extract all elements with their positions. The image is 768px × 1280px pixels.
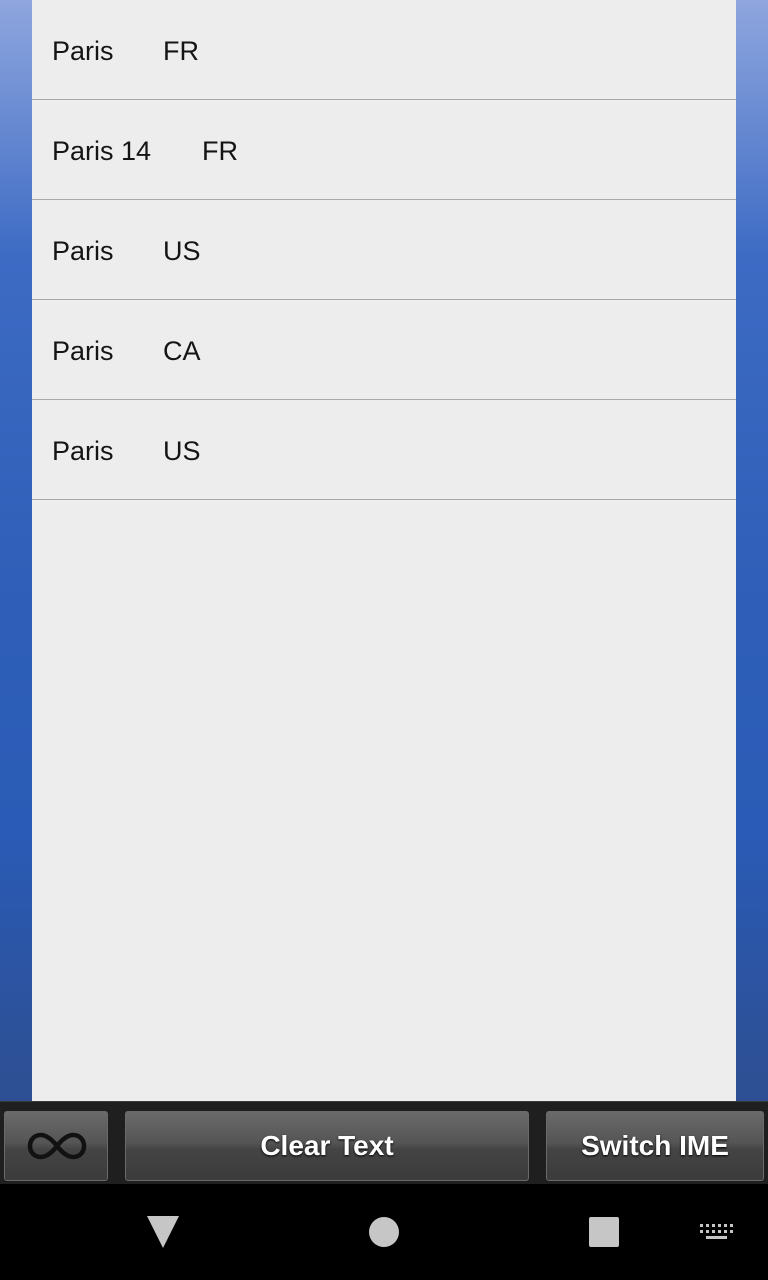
list-item[interactable]: Paris US (32, 400, 736, 500)
city-name: Paris (52, 236, 114, 266)
list-item[interactable]: Paris US (32, 200, 736, 300)
back-triangle-icon (147, 1216, 179, 1248)
switch-ime-button[interactable]: Switch IME (546, 1111, 764, 1181)
country-code: US (163, 236, 201, 266)
home-button[interactable] (354, 1202, 414, 1262)
city-name: Paris (52, 36, 114, 66)
city-name: Paris (52, 436, 114, 466)
recents-button[interactable] (574, 1202, 634, 1262)
suggestion-list: Paris FR Paris 14 FR Paris US Paris CA P… (32, 0, 736, 1101)
keyboard-switch-button[interactable] (694, 1212, 738, 1252)
navigation-bar (0, 1184, 768, 1280)
clear-text-button[interactable]: Clear Text (125, 1111, 529, 1181)
list-item[interactable]: Paris 14 FR (32, 100, 736, 200)
infinity-button[interactable] (4, 1111, 108, 1181)
recents-square-icon (589, 1217, 619, 1247)
back-button[interactable] (133, 1202, 193, 1262)
list-item[interactable]: Paris CA (32, 300, 736, 400)
country-code: US (163, 436, 201, 466)
list-item[interactable]: Paris FR (32, 0, 736, 100)
keyboard-icon (700, 1224, 733, 1239)
infinity-icon (27, 1132, 87, 1160)
ime-toolbar: Clear Text Switch IME (0, 1101, 768, 1185)
country-code: FR (202, 136, 238, 166)
city-name: Paris (52, 336, 114, 366)
home-circle-icon (369, 1217, 399, 1247)
country-code: FR (163, 36, 199, 66)
city-name: Paris 14 (52, 136, 152, 166)
country-code: CA (163, 336, 201, 366)
